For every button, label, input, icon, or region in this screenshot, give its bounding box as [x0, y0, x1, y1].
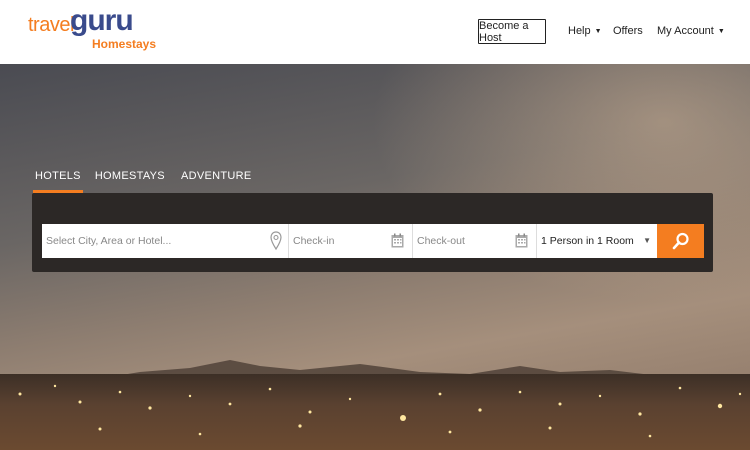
help-menu[interactable]: Help ▼	[568, 25, 602, 37]
city-placeholder: Select City, Area or Hotel...	[46, 235, 172, 247]
become-host-label: Become a Host	[479, 19, 529, 44]
search-button[interactable]	[657, 224, 704, 258]
checkout-placeholder: Check-out	[417, 235, 465, 247]
tab-hotels[interactable]: HOTELS	[33, 170, 83, 193]
offers-label: Offers	[613, 25, 643, 37]
tab-adventure[interactable]: ADVENTURE	[181, 170, 252, 193]
caret-down-icon: ▼	[594, 28, 602, 35]
city-lights-svg	[18, 384, 742, 438]
search-icon	[672, 232, 689, 250]
caret-down-icon: ▼	[643, 236, 651, 245]
logo-text-guru: guru	[70, 4, 134, 37]
search-panel: Select City, Area or Hotel... Check-in C…	[32, 193, 713, 272]
calendar-icon	[391, 233, 404, 248]
caret-down-icon: ▼	[717, 28, 725, 35]
calendar-icon	[515, 233, 528, 248]
my-account-menu[interactable]: My Account ▼	[657, 25, 725, 37]
hero-city-lights	[0, 374, 750, 450]
search-tabs: HOTELS HOMESTAYS ADVENTURE	[33, 170, 268, 193]
guests-value: 1 Person in 1 Room	[541, 235, 634, 247]
city-search-input[interactable]: Select City, Area or Hotel...	[42, 224, 289, 258]
logo-subtext: Homestays	[92, 37, 157, 51]
checkout-input[interactable]: Check-out	[413, 224, 537, 258]
become-host-button[interactable]: Become a Host	[478, 19, 546, 44]
tab-homestays[interactable]: HOMESTAYS	[95, 170, 165, 193]
hero-banner: HOTELS HOMESTAYS ADVENTURE Select City, …	[0, 64, 750, 450]
checkin-placeholder: Check-in	[293, 235, 335, 247]
travelguru-logo[interactable]: travel guru Homestays	[28, 4, 158, 56]
checkin-input[interactable]: Check-in	[289, 224, 413, 258]
map-pin-icon	[270, 231, 282, 251]
site-header: travel guru Homestays Become a Host Help…	[0, 0, 750, 64]
help-label: Help	[568, 25, 591, 37]
guests-rooms-select[interactable]: 1 Person in 1 Room ▼	[537, 224, 657, 258]
logo-text-travel: travel	[28, 14, 74, 36]
offers-link[interactable]: Offers	[613, 25, 643, 37]
my-account-label: My Account	[657, 25, 714, 37]
